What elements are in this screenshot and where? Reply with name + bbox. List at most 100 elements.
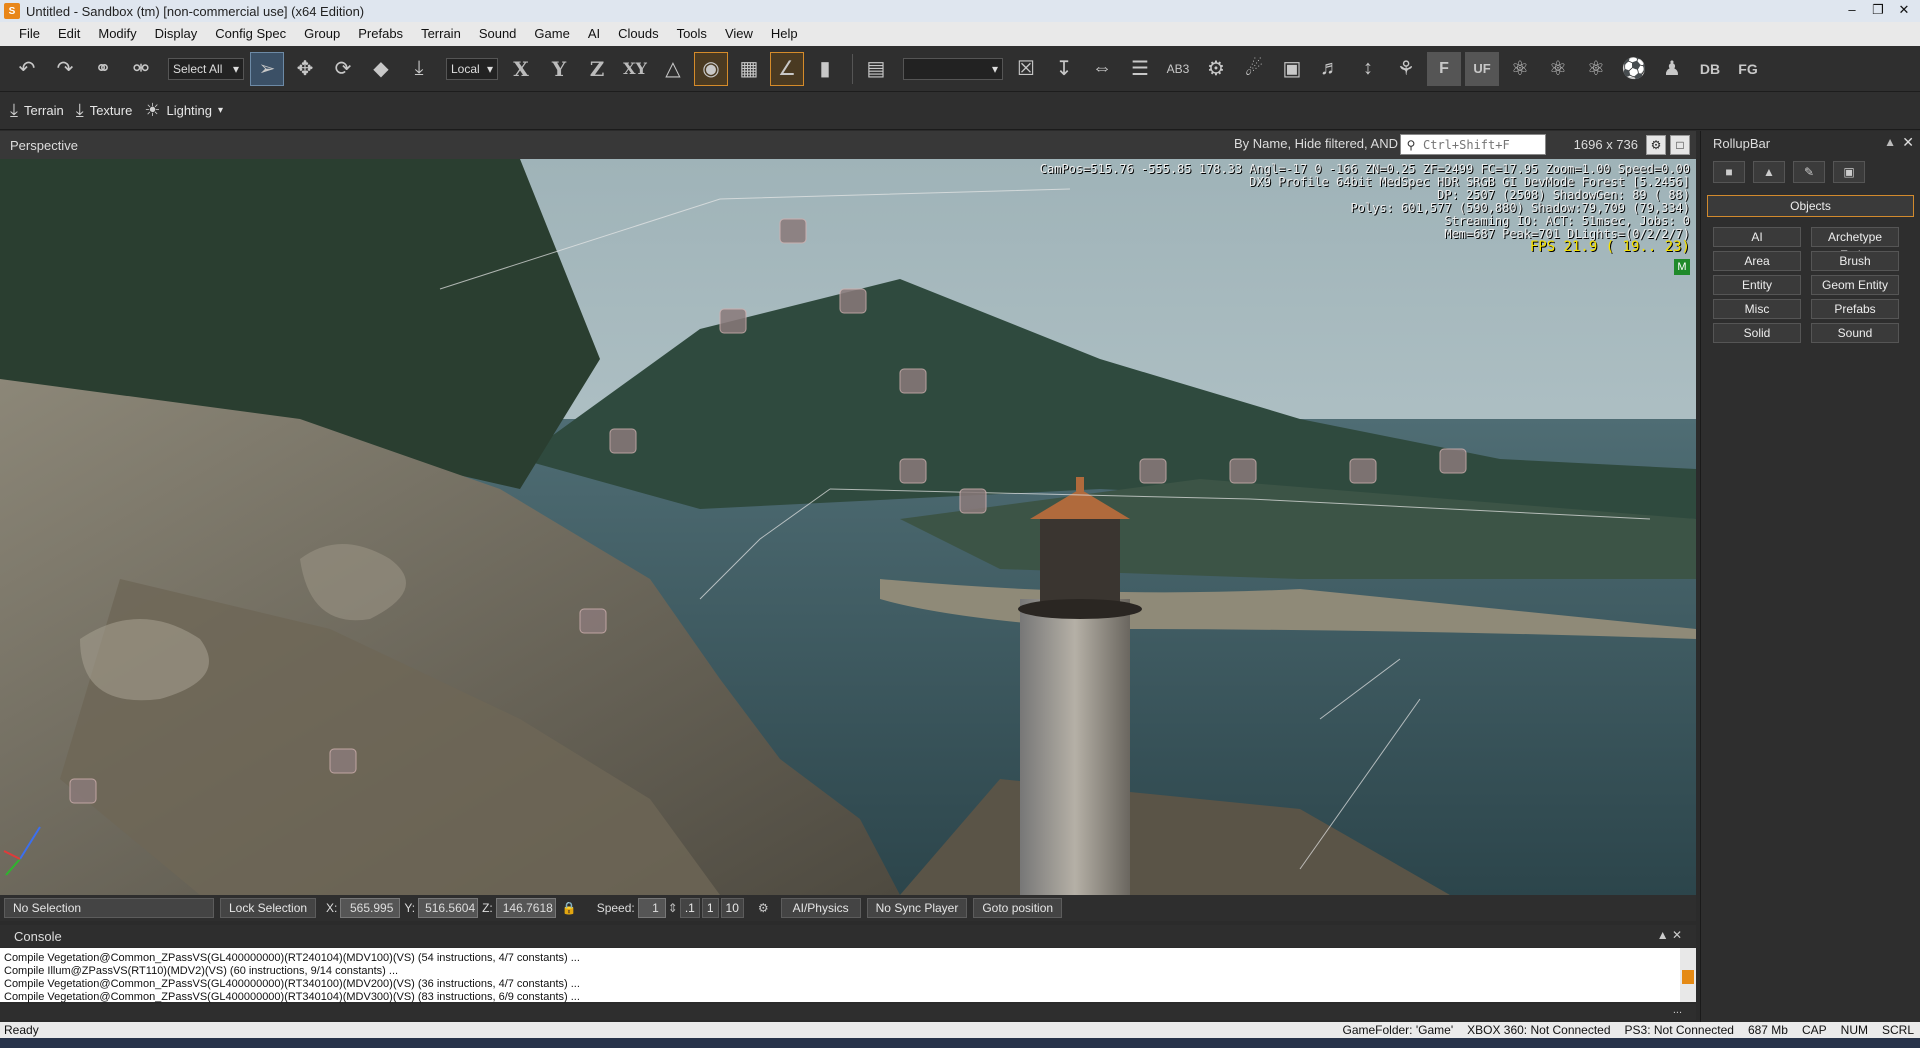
ruler-icon[interactable]: ▮ [808,52,842,86]
selection-set-icon[interactable]: ▤ [859,52,893,86]
x-coordinate-field[interactable]: 565.995 [340,898,401,918]
menu-prefabs[interactable]: Prefabs [349,22,412,46]
filter-mode[interactable]: By Name, Hide filtered, AND [1234,136,1398,151]
goto-position-button[interactable]: Goto position [973,898,1063,918]
objects-header[interactable]: Objects [1707,195,1914,217]
align-icon[interactable]: ⇔ [1085,52,1119,86]
terrain-button[interactable]: ⤓ Terrain [10,100,64,121]
atom-icon[interactable]: ⚛ [1503,52,1537,86]
ai-physics-button[interactable]: AI/Physics [780,898,861,918]
lock-selection-button[interactable]: Lock Selection [220,898,317,918]
menu-display[interactable]: Display [146,22,207,46]
menu-edit[interactable]: Edit [49,22,89,46]
remove-selection-icon[interactable]: ☒ [1009,52,1043,86]
angle-snap-icon[interactable]: ∠ [770,51,804,86]
menu-game[interactable]: Game [525,22,578,46]
console-pin-close-icon[interactable]: ▲ ✕ [1657,928,1682,942]
y-coordinate-field[interactable]: 516.5604 [418,898,479,918]
speed-preset-10[interactable]: 10 [720,898,744,918]
rollup-button-solid[interactable]: Solid [1713,323,1801,343]
physics-icon[interactable]: ⚙ [1199,52,1233,86]
terrain-tab-icon[interactable]: ▲ [1753,161,1785,183]
sound-icon[interactable]: ♬ [1313,52,1347,86]
graph-icon[interactable]: ⚘ [1389,52,1423,86]
console-input[interactable]: ... [0,1004,1696,1020]
ai-point-icon[interactable]: ☄ [1237,52,1271,86]
sync-player-button[interactable]: No Sync Player [866,898,968,918]
axis-z-button[interactable]: Z [580,52,614,86]
menu-group[interactable]: Group [295,22,349,46]
lock-icon[interactable]: 🔒 [562,901,577,915]
rollup-button-geom-entity[interactable]: Geom Entity [1811,275,1899,295]
texture-button[interactable]: ⤓ Texture [76,100,133,121]
menu-config-spec[interactable]: Config Spec [206,22,295,46]
terrain-snap-icon[interactable]: △ [656,52,690,86]
rotate-tool-icon[interactable]: ⟳ [326,52,360,86]
viewport-options-icon[interactable]: ⚙ [1646,135,1666,155]
menu-help[interactable]: Help [762,22,807,46]
console-more-button[interactable]: ... [1673,1004,1682,1016]
coord-system-dropdown[interactable]: Local ▾ [446,57,498,80]
navigation-icon[interactable]: ▣ [1275,52,1309,86]
f-button[interactable]: F [1427,51,1461,86]
atom-settings-icon[interactable]: ⚛ [1579,52,1613,86]
atom-add-icon[interactable]: ⚛ [1541,52,1575,86]
axis-xy-button[interactable]: XY [618,52,652,86]
z-coordinate-field[interactable]: 146.7618 [495,898,556,918]
undo-icon[interactable]: ↶ [10,52,44,86]
viewport-maximize-icon[interactable]: □ [1670,135,1690,155]
select-all-dropdown[interactable]: Select All ▾ [168,57,244,80]
menu-file[interactable]: File [10,22,49,46]
uf-button[interactable]: UF [1465,51,1499,86]
redo-icon[interactable]: ↷ [48,52,82,86]
perspective-viewport[interactable]: CamPos=515.76 -555.85 178.33 Angl=-17 0 … [0,159,1696,895]
display-tab-icon[interactable]: ▣ [1833,161,1865,183]
rollup-button-archetype-entity[interactable]: Archetype Entity [1811,227,1899,262]
axis-y-button[interactable]: Y [542,52,576,86]
restore-button[interactable]: ❐ [1868,2,1888,18]
db-button[interactable]: DB [1693,52,1727,86]
select-tool-icon[interactable]: ➢ [250,51,284,86]
modeling-tab-icon[interactable]: ✎ [1793,161,1825,183]
close-button[interactable]: ✕ [1894,2,1914,18]
speed-preset-0-1[interactable]: .1 [679,898,700,918]
console-scrollbar[interactable] [1680,948,1696,1002]
minimize-button[interactable]: – [1842,2,1862,18]
menu-sound[interactable]: Sound [470,22,526,46]
menu-clouds[interactable]: Clouds [609,22,667,46]
game-mode-icon[interactable]: ⚙ [758,901,769,915]
selection-set-dropdown[interactable]: ▾ [903,57,1003,80]
character-icon[interactable]: ♟ [1655,52,1689,86]
menu-view[interactable]: View [716,22,762,46]
rollup-button-ai[interactable]: AI [1713,227,1801,247]
objects-tab-icon[interactable]: ■ [1713,161,1745,183]
rollup-button-prefabs[interactable]: Prefabs [1811,299,1899,319]
scroll-thumb[interactable] [1682,970,1694,984]
place-tool-icon[interactable]: ⤓ [402,52,436,86]
lighting-button[interactable]: ☀ Lighting ▾ [144,100,223,121]
layers-icon[interactable]: ☰ [1123,52,1157,86]
rollup-button-misc[interactable]: Misc [1713,299,1801,319]
menu-terrain[interactable]: Terrain [412,22,470,46]
menu-modify[interactable]: Modify [89,22,145,46]
rollup-button-sound[interactable]: Sound [1811,323,1899,343]
ab3-button[interactable]: AB3 [1161,52,1195,86]
move-tool-icon[interactable]: ✥ [288,52,322,86]
speed-spin-icon[interactable]: ⇕ [668,901,678,915]
rollup-button-area[interactable]: Area [1713,251,1801,271]
pin-icon[interactable]: ▲ [1884,135,1896,149]
ball-icon[interactable]: ⚽ [1617,52,1651,86]
fg-button[interactable]: FG [1731,52,1765,86]
object-snap-icon[interactable]: ◉ [694,51,728,86]
search-input[interactable] [1421,136,1541,153]
scale-tool-icon[interactable]: ◆ [364,52,398,86]
speed-preset-1[interactable]: 1 [701,898,719,918]
object-search[interactable]: ⚲ [1400,134,1546,155]
axis-x-button[interactable]: X [504,52,538,86]
grid-snap-icon[interactable]: ▦ [732,52,766,86]
menu-tools[interactable]: Tools [668,22,716,46]
menu-ai[interactable]: AI [579,22,609,46]
unlink-icon[interactable]: ⚮ [124,52,158,86]
rollup-button-entity[interactable]: Entity [1713,275,1801,295]
close-icon[interactable]: ✕ [1902,134,1914,151]
